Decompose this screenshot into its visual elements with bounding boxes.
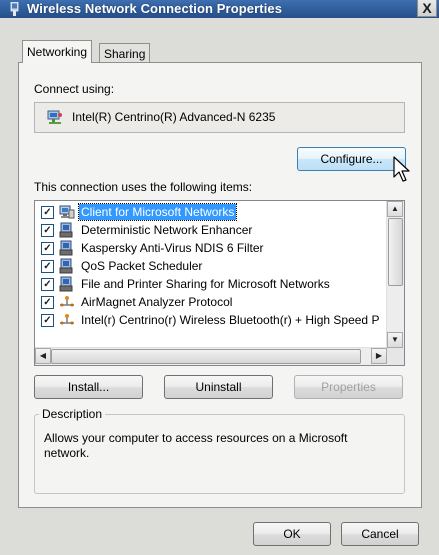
item-label: Client for Microsoft Networks xyxy=(77,203,238,221)
service-icon xyxy=(59,276,73,292)
item-label: Deterministic Network Enhancer xyxy=(81,223,253,237)
list-item[interactable]: ✓ Deterministic Network Enhancer xyxy=(35,221,387,239)
install-button[interactable]: Install... xyxy=(34,375,143,399)
connect-using-label: Connect using: xyxy=(34,82,115,96)
client-network-icon xyxy=(59,205,75,219)
scroll-thumb[interactable] xyxy=(51,349,361,364)
adapter-name: Intel(R) Centrino(R) Advanced-N 6235 xyxy=(72,110,276,124)
description-group: Description Allows your computer to acce… xyxy=(34,407,405,494)
adapter-field: Intel(R) Centrino(R) Advanced-N 6235 xyxy=(34,102,405,133)
item-checkbox[interactable]: ✓ xyxy=(41,206,54,219)
ok-button[interactable]: OK xyxy=(253,522,331,546)
scroll-up-icon[interactable]: ▲ xyxy=(387,201,403,217)
network-adapter-icon xyxy=(47,110,62,124)
vertical-scrollbar[interactable]: ▲ ▼ xyxy=(386,201,404,348)
window-title: Wireless Network Connection Properties xyxy=(27,1,283,16)
scroll-down-icon[interactable]: ▼ xyxy=(387,332,403,348)
item-checkbox[interactable]: ✓ xyxy=(41,242,54,255)
item-label: AirMagnet Analyzer Protocol xyxy=(81,295,233,309)
description-legend: Description xyxy=(39,407,106,421)
item-checkbox[interactable]: ✓ xyxy=(41,314,54,327)
service-icon xyxy=(59,240,73,256)
service-icon xyxy=(59,258,73,274)
tab-sharing[interactable]: Sharing xyxy=(99,43,151,64)
scroll-left-icon[interactable]: ◀ xyxy=(35,348,51,364)
item-label: Intel(r) Centrino(r) Wireless Bluetooth(… xyxy=(81,313,380,327)
item-label: Kaspersky Anti-Virus NDIS 6 Filter xyxy=(81,241,264,255)
close-button[interactable]: X xyxy=(417,0,437,17)
scroll-thumb[interactable] xyxy=(388,218,403,286)
mouse-pointer-icon xyxy=(393,156,410,182)
list-item[interactable]: ✓ Client for Microsoft Networks xyxy=(35,203,387,221)
service-icon xyxy=(59,222,73,238)
title-bar[interactable]: Wireless Network Connection Properties X xyxy=(0,0,439,18)
items-label: This connection uses the following items… xyxy=(34,180,253,194)
item-checkbox[interactable]: ✓ xyxy=(41,278,54,291)
items-list[interactable]: ✓ Client for Microsoft Networks ✓ Determ… xyxy=(34,200,405,366)
protocol-icon xyxy=(60,296,74,307)
tab-networking[interactable]: Networking xyxy=(22,40,93,63)
list-item[interactable]: ✓ AirMagnet Analyzer Protocol xyxy=(35,293,387,311)
horizontal-scrollbar[interactable]: ◀ ▶ xyxy=(35,347,387,365)
properties-button: Properties xyxy=(294,375,403,399)
item-checkbox[interactable]: ✓ xyxy=(41,260,54,273)
cancel-button[interactable]: Cancel xyxy=(341,522,419,546)
uninstall-button[interactable]: Uninstall xyxy=(164,375,273,399)
item-checkbox[interactable]: ✓ xyxy=(41,296,54,309)
protocol-icon xyxy=(60,314,74,325)
item-label: QoS Packet Scheduler xyxy=(81,259,203,273)
list-item[interactable]: ✓ Kaspersky Anti-Virus NDIS 6 Filter xyxy=(35,239,387,257)
scroll-corner xyxy=(387,348,404,365)
list-item[interactable]: ✓ QoS Packet Scheduler xyxy=(35,257,387,275)
properties-dialog: Wireless Network Connection Properties X… xyxy=(0,0,439,555)
list-item[interactable]: ✓ File and Printer Sharing for Microsoft… xyxy=(35,275,387,293)
item-checkbox[interactable]: ✓ xyxy=(41,224,54,237)
item-label: File and Printer Sharing for Microsoft N… xyxy=(81,277,330,291)
list-item[interactable]: ✓ Intel(r) Centrino(r) Wireless Bluetoot… xyxy=(35,311,387,329)
network-adapter-icon xyxy=(10,2,19,16)
configure-button[interactable]: Configure... xyxy=(297,147,406,171)
description-text: Allows your computer to access resources… xyxy=(44,431,348,460)
scroll-right-icon[interactable]: ▶ xyxy=(371,348,387,364)
